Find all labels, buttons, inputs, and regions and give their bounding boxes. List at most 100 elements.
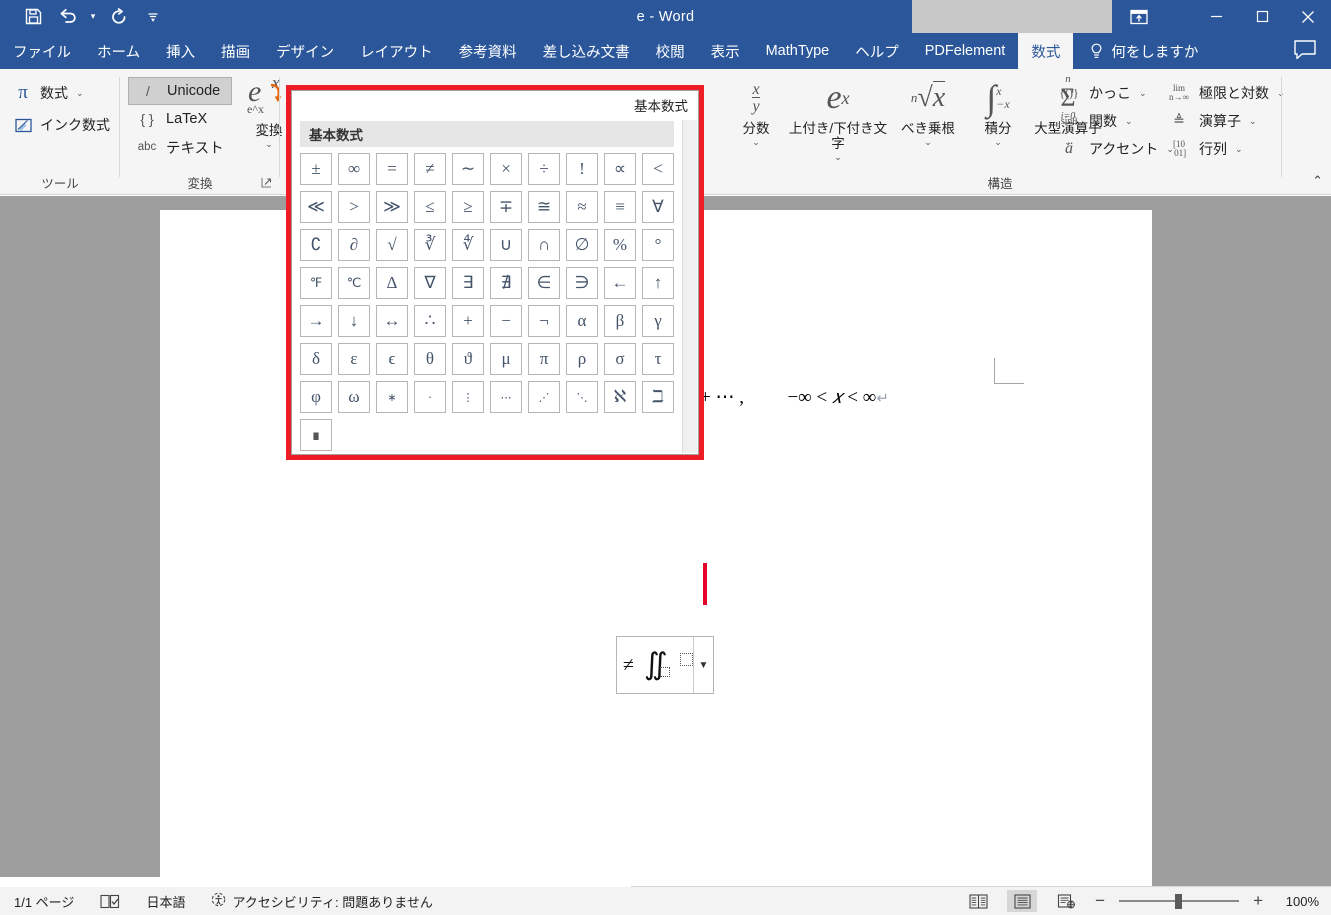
symbol-cell[interactable]: ↑: [642, 267, 674, 299]
tab-pdfelement[interactable]: PDFelement: [912, 33, 1019, 69]
ink-equation-button[interactable]: インク数式: [6, 111, 116, 139]
symbol-cell[interactable]: ×: [490, 153, 522, 185]
zoom-thumb[interactable]: [1175, 893, 1183, 909]
symbol-cell[interactable]: ∀: [642, 191, 674, 223]
symbol-cell[interactable]: τ: [642, 343, 674, 375]
symbol-cell[interactable]: θ: [414, 343, 446, 375]
symbol-cell[interactable]: ∛: [414, 229, 446, 261]
tab-equation[interactable]: 数式: [1018, 33, 1074, 69]
operator-button[interactable]: ≜ 演算子 ⌄: [1165, 107, 1285, 135]
symbol-cell[interactable]: ω: [338, 381, 370, 413]
view-print-layout[interactable]: [1007, 890, 1038, 912]
integral-dropdown-caret[interactable]: ⌄: [960, 136, 1036, 148]
symbol-cell[interactable]: μ: [490, 343, 522, 375]
symbol-cell[interactable]: ≪: [300, 191, 332, 223]
accent-button[interactable]: ä アクセント ⌄: [1055, 135, 1174, 163]
minimize-button[interactable]: [1193, 0, 1239, 33]
limit-log-button[interactable]: limn→∞ 極限と対数 ⌄: [1165, 79, 1285, 107]
proofing-icon[interactable]: [100, 894, 120, 909]
comments-icon[interactable]: [1293, 39, 1319, 63]
tab-insert[interactable]: 挿入: [153, 33, 208, 69]
symbol-cell[interactable]: ≫: [376, 191, 408, 223]
tab-file[interactable]: ファイル: [0, 33, 84, 69]
symbol-cell[interactable]: ∃: [452, 267, 484, 299]
symbol-cell[interactable]: ∗: [376, 381, 408, 413]
mini-toolbar-dropdown-icon[interactable]: ▼: [693, 637, 713, 693]
function-button[interactable]: sinθ 関数 ⌄: [1055, 107, 1174, 135]
symbol-cell[interactable]: β: [604, 305, 636, 337]
symbol-cell[interactable]: ∄: [490, 267, 522, 299]
maximize-button[interactable]: [1239, 0, 1285, 33]
symbol-cell[interactable]: ≠: [414, 153, 446, 185]
tab-mailings[interactable]: 差し込み文書: [530, 33, 643, 69]
tell-me-box[interactable]: 何をしますか: [1073, 33, 1210, 69]
symbol-cell[interactable]: ⋅: [414, 381, 446, 413]
symbol-cell[interactable]: ∇: [414, 267, 446, 299]
chevron-down-icon[interactable]: ⌄: [76, 88, 84, 99]
symbol-cell[interactable]: ∂: [338, 229, 370, 261]
script-dropdown-caret[interactable]: ⌄: [788, 151, 888, 163]
symbol-cell[interactable]: !: [566, 153, 598, 185]
symbol-cell[interactable]: ¬: [528, 305, 560, 337]
tab-layout[interactable]: レイアウト: [347, 33, 446, 69]
symbol-cell[interactable]: α: [566, 305, 598, 337]
symbol-cell[interactable]: ≥: [452, 191, 484, 223]
symbol-cell[interactable]: ≡: [604, 191, 636, 223]
symbol-cell[interactable]: ∁: [300, 229, 332, 261]
chevron-down-icon[interactable]: ⌄: [1249, 116, 1257, 127]
symbol-cell[interactable]: ∎: [300, 419, 332, 451]
chevron-down-icon[interactable]: ⌄: [1139, 88, 1147, 99]
symbol-cell[interactable]: ∜: [452, 229, 484, 261]
convert-option-unicode[interactable]: / Unicode: [128, 77, 232, 105]
symbol-cell[interactable]: ↓: [338, 305, 370, 337]
tab-help[interactable]: ヘルプ: [842, 33, 912, 69]
symbol-cell[interactable]: ϵ: [376, 343, 408, 375]
view-read-mode[interactable]: [963, 890, 993, 912]
symbol-cell[interactable]: >: [338, 191, 370, 223]
symbol-cell[interactable]: ⋰: [528, 381, 560, 413]
symbol-cell[interactable]: ℉: [300, 267, 332, 299]
symbol-cell[interactable]: ⋮: [452, 381, 484, 413]
view-web-layout[interactable]: [1051, 890, 1081, 912]
symbol-cell[interactable]: ρ: [566, 343, 598, 375]
symbol-cell[interactable]: δ: [300, 343, 332, 375]
tab-design[interactable]: デザイン: [263, 33, 347, 69]
symbol-cell[interactable]: γ: [642, 305, 674, 337]
not-equal-icon[interactable]: ≠: [623, 654, 634, 677]
symbol-cell[interactable]: ∴: [414, 305, 446, 337]
symbol-cell[interactable]: ÷: [528, 153, 560, 185]
symbol-cell[interactable]: ∝: [604, 153, 636, 185]
matrix-button[interactable]: [10 01] 行列 ⌄: [1165, 135, 1285, 163]
symbol-cell[interactable]: ℃: [338, 267, 370, 299]
symbol-cell[interactable]: ∈: [528, 267, 560, 299]
zoom-level[interactable]: 100%: [1277, 894, 1319, 909]
tab-view[interactable]: 表示: [698, 33, 753, 69]
symbol-cell[interactable]: ℵ: [604, 381, 636, 413]
symbol-cell[interactable]: ≤: [414, 191, 446, 223]
zoom-out-button[interactable]: −: [1095, 891, 1105, 911]
equation-text[interactable]: + ⋯ , −∞ < 𝑥 < ∞↵: [700, 386, 889, 409]
tab-home[interactable]: ホーム: [84, 33, 153, 69]
chevron-down-icon[interactable]: ⌄: [1235, 144, 1243, 155]
radical-dropdown-caret[interactable]: ⌄: [890, 136, 966, 148]
collapse-ribbon-icon[interactable]: ⌃: [1312, 173, 1323, 189]
close-button[interactable]: [1285, 0, 1331, 33]
symbol-cell[interactable]: ≈: [566, 191, 598, 223]
symbol-cell[interactable]: ←: [604, 267, 636, 299]
symbol-cell[interactable]: ∪: [490, 229, 522, 261]
symbol-cell[interactable]: =: [376, 153, 408, 185]
symbol-cell[interactable]: <: [642, 153, 674, 185]
fraction-button[interactable]: xy 分数 ⌄: [718, 75, 794, 148]
symbol-cell[interactable]: ±: [300, 153, 332, 185]
symbol-cell[interactable]: ε: [338, 343, 370, 375]
symbol-cell[interactable]: √: [376, 229, 408, 261]
symbol-cell[interactable]: −: [490, 305, 522, 337]
symbol-cell[interactable]: Δ: [376, 267, 408, 299]
symbol-cell[interactable]: ∞: [338, 153, 370, 185]
symbol-cell[interactable]: π: [528, 343, 560, 375]
equation-button[interactable]: π 数式 ⌄: [6, 79, 116, 107]
symbol-cell[interactable]: ϑ: [452, 343, 484, 375]
symbol-cell[interactable]: ∩: [528, 229, 560, 261]
integral-button[interactable]: ∫ x −x 積分 ⌄: [960, 75, 1036, 148]
symbol-cell[interactable]: ∼: [452, 153, 484, 185]
